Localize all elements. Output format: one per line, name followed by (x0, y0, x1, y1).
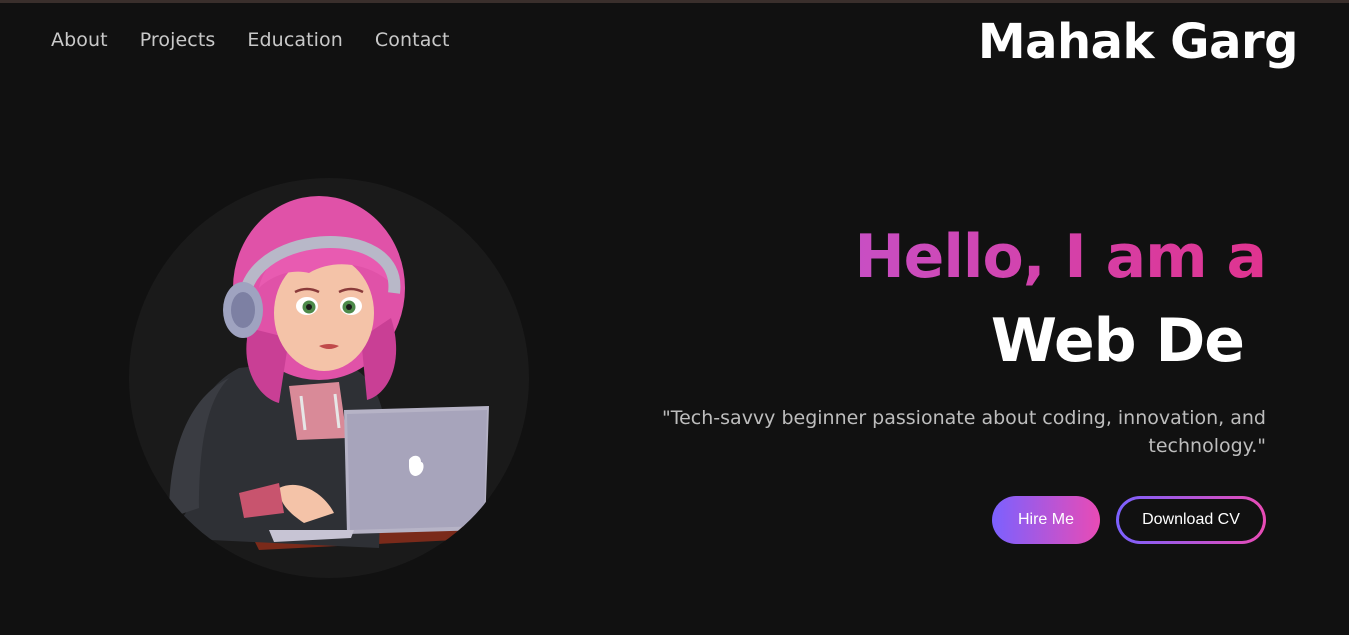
greeting-heading: Hello, I am a (854, 222, 1267, 292)
navbar: About Projects Education Contact Mahak G… (0, 0, 1349, 84)
nav-link-education[interactable]: Education (247, 29, 343, 51)
hero-buttons: Hire Me Download CV (626, 496, 1266, 544)
nav-link-contact[interactable]: Contact (375, 29, 450, 51)
nav-link-about[interactable]: About (51, 29, 108, 51)
avatar-circle (129, 178, 529, 578)
tagline-line-2: technology." (1148, 435, 1266, 457)
nav-links: About Projects Education Contact (51, 29, 450, 51)
tagline-line-1: "Tech-savvy beginner passionate about co… (662, 407, 1266, 429)
hire-me-button[interactable]: Hire Me (992, 496, 1100, 544)
nav-link-projects[interactable]: Projects (140, 29, 216, 51)
avatar-illustration-icon (169, 196, 497, 550)
hero-text: Hello, I am a Web De "Tech-savvy beginne… (626, 222, 1267, 544)
brand-name: Mahak Garg (977, 14, 1299, 70)
download-cv-button[interactable]: Download CV (1116, 496, 1266, 544)
typed-role: Web De (990, 306, 1245, 376)
tagline: "Tech-savvy beginner passionate about co… (626, 404, 1266, 460)
